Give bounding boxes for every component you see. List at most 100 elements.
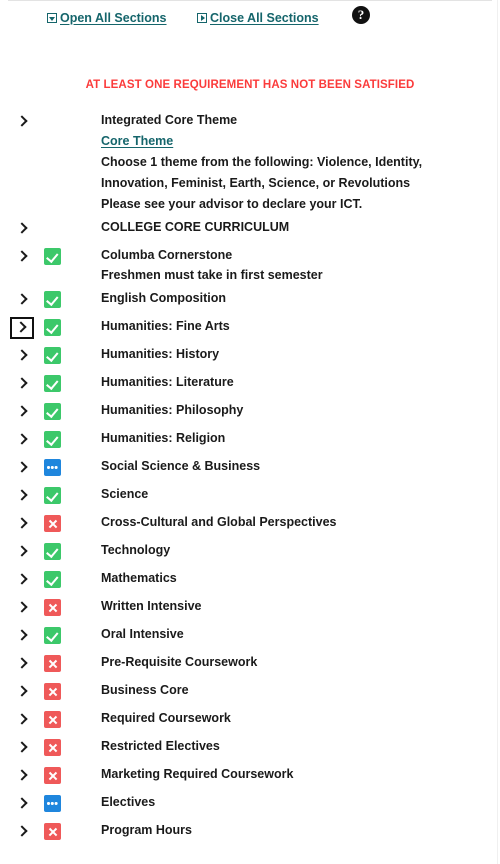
requirement-title[interactable]: Marketing Required Coursework (101, 764, 482, 784)
chevron-right-icon (14, 572, 30, 588)
status-incomplete-icon (44, 823, 61, 840)
requirement-title[interactable]: Columba Cornerstone (101, 245, 482, 265)
requirement-title[interactable]: English Composition (101, 288, 482, 308)
expand-toggle[interactable] (0, 108, 44, 130)
requirement-row[interactable]: English Composition (0, 286, 500, 314)
expand-toggle[interactable] (0, 734, 44, 756)
requirement-row[interactable]: Electives (0, 790, 500, 818)
chevron-right-icon (14, 712, 30, 728)
requirement-row[interactable]: Integrated Core Theme Core Theme Choose 1 … (0, 108, 500, 215)
status-complete-icon (44, 347, 61, 364)
chevron-right-icon (14, 796, 30, 812)
expand-toggle[interactable] (0, 706, 44, 728)
status-incomplete-icon (44, 683, 61, 700)
requirement-row[interactable]: Humanities: Fine Arts (0, 314, 500, 342)
open-all-sections-link[interactable]: Open All Sections (47, 11, 167, 25)
requirement-title[interactable]: Humanities: Fine Arts (101, 316, 482, 336)
expand-toggle[interactable] (0, 243, 44, 265)
chevron-right-icon (14, 221, 30, 237)
expand-toggle[interactable] (0, 510, 44, 532)
requirement-text: Cross-Cultural and Global Perspectives (101, 510, 500, 532)
requirement-row[interactable]: Required Coursework (0, 706, 500, 734)
expand-toggle[interactable] (0, 482, 44, 504)
top-divider (8, 0, 492, 1)
requirement-title[interactable]: Humanities: History (101, 344, 482, 364)
requirement-title[interactable]: Integrated Core Theme (101, 110, 482, 130)
expand-toggle[interactable] (0, 622, 44, 644)
requirement-title[interactable]: Humanities: Philosophy (101, 400, 482, 420)
expand-toggle[interactable] (0, 790, 44, 812)
expand-toggle[interactable] (0, 454, 44, 476)
status-cell (44, 734, 101, 756)
requirement-row[interactable]: Technology (0, 538, 500, 566)
requirement-title[interactable]: Mathematics (101, 568, 482, 588)
requirement-row[interactable]: Humanities: History (0, 342, 500, 370)
requirement-detail-link[interactable]: Core Theme (101, 130, 482, 152)
status-cell (44, 426, 101, 448)
requirement-row[interactable]: Oral Intensive (0, 622, 500, 650)
status-none-icon (44, 113, 61, 130)
chevron-right-icon (14, 376, 30, 392)
status-complete-icon (44, 487, 61, 504)
expand-toggle[interactable] (0, 426, 44, 448)
requirement-title[interactable]: Pre-Requisite Coursework (101, 652, 482, 672)
requirement-note: Freshmen must take in first semester (101, 268, 323, 282)
requirement-row[interactable]: Humanities: Religion (0, 426, 500, 454)
requirement-title[interactable]: Written Intensive (101, 596, 482, 616)
requirement-title[interactable]: Program Hours (101, 820, 482, 840)
chevron-right-icon (14, 516, 30, 532)
expand-toggle[interactable] (0, 538, 44, 560)
expand-toggle[interactable] (0, 342, 44, 364)
requirement-title[interactable]: Science (101, 484, 482, 504)
requirement-title[interactable]: Humanities: Religion (101, 428, 482, 448)
expand-toggle[interactable] (0, 762, 44, 784)
requirement-title[interactable]: Business Core (101, 680, 482, 700)
chevron-right-icon (14, 432, 30, 448)
requirement-row[interactable]: Humanities: Philosophy (0, 398, 500, 426)
requirement-title[interactable]: Required Coursework (101, 708, 482, 728)
requirement-row[interactable]: Science (0, 482, 500, 510)
requirement-title[interactable]: Restricted Electives (101, 736, 482, 756)
expand-toggle[interactable] (0, 818, 44, 840)
requirement-row[interactable]: Written Intensive (0, 594, 500, 622)
requirement-row[interactable]: Pre-Requisite Coursework (0, 650, 500, 678)
status-cell (44, 314, 101, 336)
requirement-row[interactable]: Marketing Required Coursework (0, 762, 500, 790)
requirement-title[interactable]: COLLEGE CORE CURRICULUM (101, 217, 482, 237)
expand-toggle[interactable] (0, 678, 44, 700)
chevron-right-icon (14, 628, 30, 644)
requirement-title[interactable]: Oral Intensive (101, 624, 482, 644)
requirement-row[interactable]: Program Hours (0, 818, 500, 846)
requirement-row[interactable]: Restricted Electives (0, 734, 500, 762)
requirement-row[interactable]: Columba Cornerstone Freshmen must take in… (0, 243, 500, 286)
requirement-row[interactable]: Humanities: Literature (0, 370, 500, 398)
requirement-title[interactable]: Social Science & Business (101, 456, 482, 476)
expand-toggle[interactable] (0, 594, 44, 616)
requirement-row[interactable]: Cross-Cultural and Global Perspectives (0, 510, 500, 538)
requirement-title[interactable]: Cross-Cultural and Global Perspectives (101, 512, 482, 532)
expand-toggle[interactable] (0, 215, 44, 237)
expand-toggle[interactable] (0, 650, 44, 672)
requirement-row[interactable]: Mathematics (0, 566, 500, 594)
requirement-row[interactable]: Business Core (0, 678, 500, 706)
requirement-text: COLLEGE CORE CURRICULUM (101, 215, 500, 237)
requirement-title[interactable]: Humanities: Literature (101, 372, 482, 392)
requirement-row[interactable]: Social Science & Business (0, 454, 500, 482)
expand-toggle[interactable] (0, 370, 44, 392)
chevron-right-icon (14, 292, 30, 308)
status-inprogress-icon (44, 795, 61, 812)
expand-toggle[interactable] (0, 566, 44, 588)
status-cell (44, 594, 101, 616)
help-circle-icon[interactable]: ? (352, 6, 370, 24)
expand-toggle[interactable] (0, 314, 44, 339)
status-cell (44, 678, 101, 700)
requirement-row[interactable]: COLLEGE CORE CURRICULUM (0, 215, 500, 243)
requirement-text: Marketing Required Coursework (101, 762, 500, 784)
status-cell (44, 342, 101, 364)
expand-toggle[interactable] (0, 398, 44, 420)
close-all-sections-link[interactable]: Close All Sections (197, 11, 319, 25)
chevron-right-icon (14, 684, 30, 700)
expand-toggle[interactable] (0, 286, 44, 308)
requirement-title[interactable]: Technology (101, 540, 482, 560)
requirement-title[interactable]: Electives (101, 792, 482, 812)
